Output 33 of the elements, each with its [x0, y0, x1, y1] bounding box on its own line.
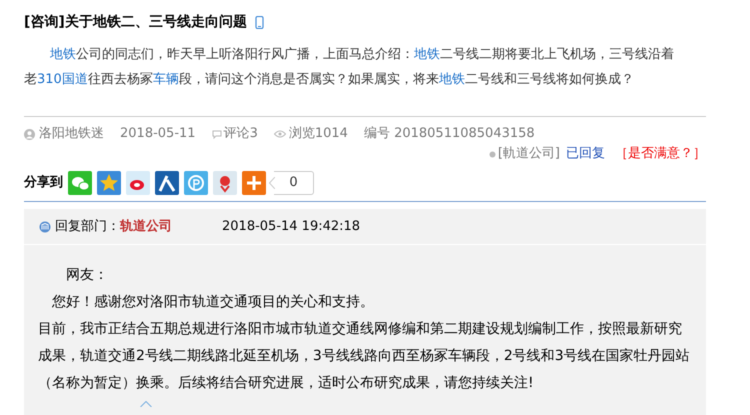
comment-count: 评论3 — [224, 125, 258, 144]
plus-icon[interactable] — [242, 171, 266, 195]
comment-icon — [212, 130, 222, 138]
text-link[interactable]: 310国道 — [37, 72, 88, 87]
pointer-icon — [269, 177, 275, 189]
reply-label: 回复部门： — [55, 218, 120, 236]
reply-text: 目前，我市正结合五期总规进行洛阳市城市轨道交通线网修编和第二期建设规划编制工作，按照最新研究成果，轨道交通2号线二期线路北延至机场，3号线线路向西至杨冢车辆段，2号线和3号线在国家牡丹园站（名称为暂定）换乘。后续将结合研究进展，适时公布研究成果，请您持续关注! — [38, 320, 691, 393]
post-number: 编号 20180511085043158 — [364, 125, 535, 144]
phone-icon — [254, 16, 264, 29]
text-link[interactable]: 车辆 — [152, 72, 179, 87]
reply-greeting: 您好！感谢您对洛阳市轨道交通项目的关心和支持。 — [51, 293, 375, 312]
status-dot-icon — [488, 150, 496, 158]
share-count: 0 — [274, 171, 314, 195]
question-text: 地铁公司的同志们，昨天早上听洛阳行风广播，上面马总介绍：地铁二号线二期将要北上飞机场，三号线沿着老310国道往西去杨冢车辆段，请问这个消息是否属实？如果属实，将来地铁二号线和三号线将如何换成？ — [24, 46, 675, 89]
post-date: 2018-05-11 — [120, 125, 196, 144]
reply-status: 已回复 — [566, 145, 605, 164]
view-count: 浏览1014 — [288, 125, 348, 144]
satisfaction-link[interactable]: ［是否满意？］ — [615, 144, 706, 164]
reply-department: 轨道公司 — [120, 218, 173, 236]
text-link[interactable]: 地铁 — [438, 72, 465, 87]
reply-salutation: 网友： — [65, 266, 109, 285]
eye-icon — [274, 130, 286, 138]
text-link[interactable]: 地铁 — [50, 47, 76, 62]
department-tag: [軌道公司] — [498, 144, 560, 164]
department-icon — [39, 220, 51, 232]
caret-up-icon — [140, 401, 152, 407]
author-name: 洛阳地铁迷 — [39, 125, 104, 144]
user-icon — [24, 128, 35, 140]
reply-time: 2018-05-14 19:42:18 — [222, 218, 360, 236]
share-label: 分享到 — [24, 174, 63, 192]
question-title: [咨询]关于地铁二、三号线走向问题 — [24, 13, 247, 32]
wechat-icon[interactable] — [68, 171, 92, 195]
text-link[interactable]: 地铁 — [414, 47, 440, 62]
